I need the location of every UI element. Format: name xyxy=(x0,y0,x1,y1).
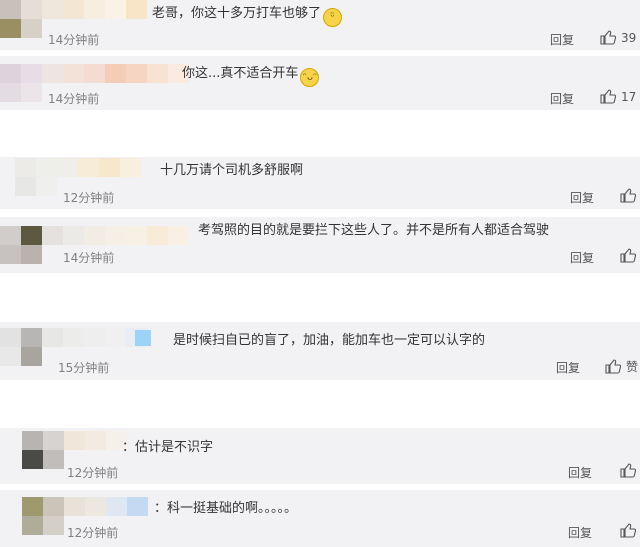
comment-timestamp: 14分钟前 xyxy=(63,251,115,265)
thumbs-up-icon xyxy=(620,523,636,538)
comment-text: 老哥，你这十多万打车也够了 ᵕ̈ xyxy=(152,6,343,27)
verified-badge-icon xyxy=(135,330,151,346)
like-button[interactable]: 赞 xyxy=(605,358,638,375)
like-button[interactable] xyxy=(620,523,640,538)
reply-button[interactable]: 回复 xyxy=(570,249,594,266)
comment-text: 是时候扫自已的盲了，加油，能加车也一定可以认字的 xyxy=(173,333,486,348)
smirk-emoji-icon: ᵕ̈ xyxy=(323,8,343,27)
like-count: 39 xyxy=(621,30,637,45)
comment-text: ：估计是不识字 xyxy=(122,440,214,455)
comment-text: ：科一挺基础的啊。。。。。 xyxy=(154,501,298,516)
thumbs-up-icon xyxy=(620,248,636,263)
comment-timestamp: 14分钟前 xyxy=(48,33,100,47)
thumbs-up-icon xyxy=(600,89,616,104)
comment-text: 你这...真不适合开车 ᵔᴗᵔ xyxy=(182,66,320,87)
reply-button[interactable]: 回复 xyxy=(568,524,592,541)
comment-text: 考驾照的目的就是要拦下这些人了。并不是所有人都适合驾驶 xyxy=(198,223,550,238)
thumbs-up-icon xyxy=(600,30,616,45)
like-button[interactable]: 17 xyxy=(600,89,636,104)
reply-button[interactable]: 回复 xyxy=(550,31,574,48)
comment-timestamp: 15分钟前 xyxy=(58,361,110,375)
like-button[interactable] xyxy=(620,248,640,263)
comment-timestamp: 14分钟前 xyxy=(48,92,100,106)
comment-timestamp: 12分钟前 xyxy=(67,526,119,540)
comment-text: 十几万请个司机多舒服啊 xyxy=(160,163,304,178)
thumbs-up-icon xyxy=(620,188,636,203)
reply-button[interactable]: 回复 xyxy=(568,464,592,481)
like-button[interactable]: 39 xyxy=(600,30,636,45)
laugh-cry-emoji-icon: ᵔᴗᵔ xyxy=(300,68,320,87)
comment-timestamp: 12分钟前 xyxy=(63,191,115,205)
like-button[interactable] xyxy=(620,188,640,203)
reply-button[interactable]: 回复 xyxy=(550,90,574,107)
thumbs-up-icon xyxy=(620,463,636,478)
thumbs-up-icon xyxy=(605,359,621,374)
like-button[interactable] xyxy=(620,463,640,478)
reply-button[interactable]: 回复 xyxy=(570,189,594,206)
like-count: 17 xyxy=(621,89,637,104)
reply-button[interactable]: 回复 xyxy=(556,359,580,376)
like-label: 赞 xyxy=(626,360,639,374)
comment-timestamp: 12分钟前 xyxy=(67,466,119,480)
